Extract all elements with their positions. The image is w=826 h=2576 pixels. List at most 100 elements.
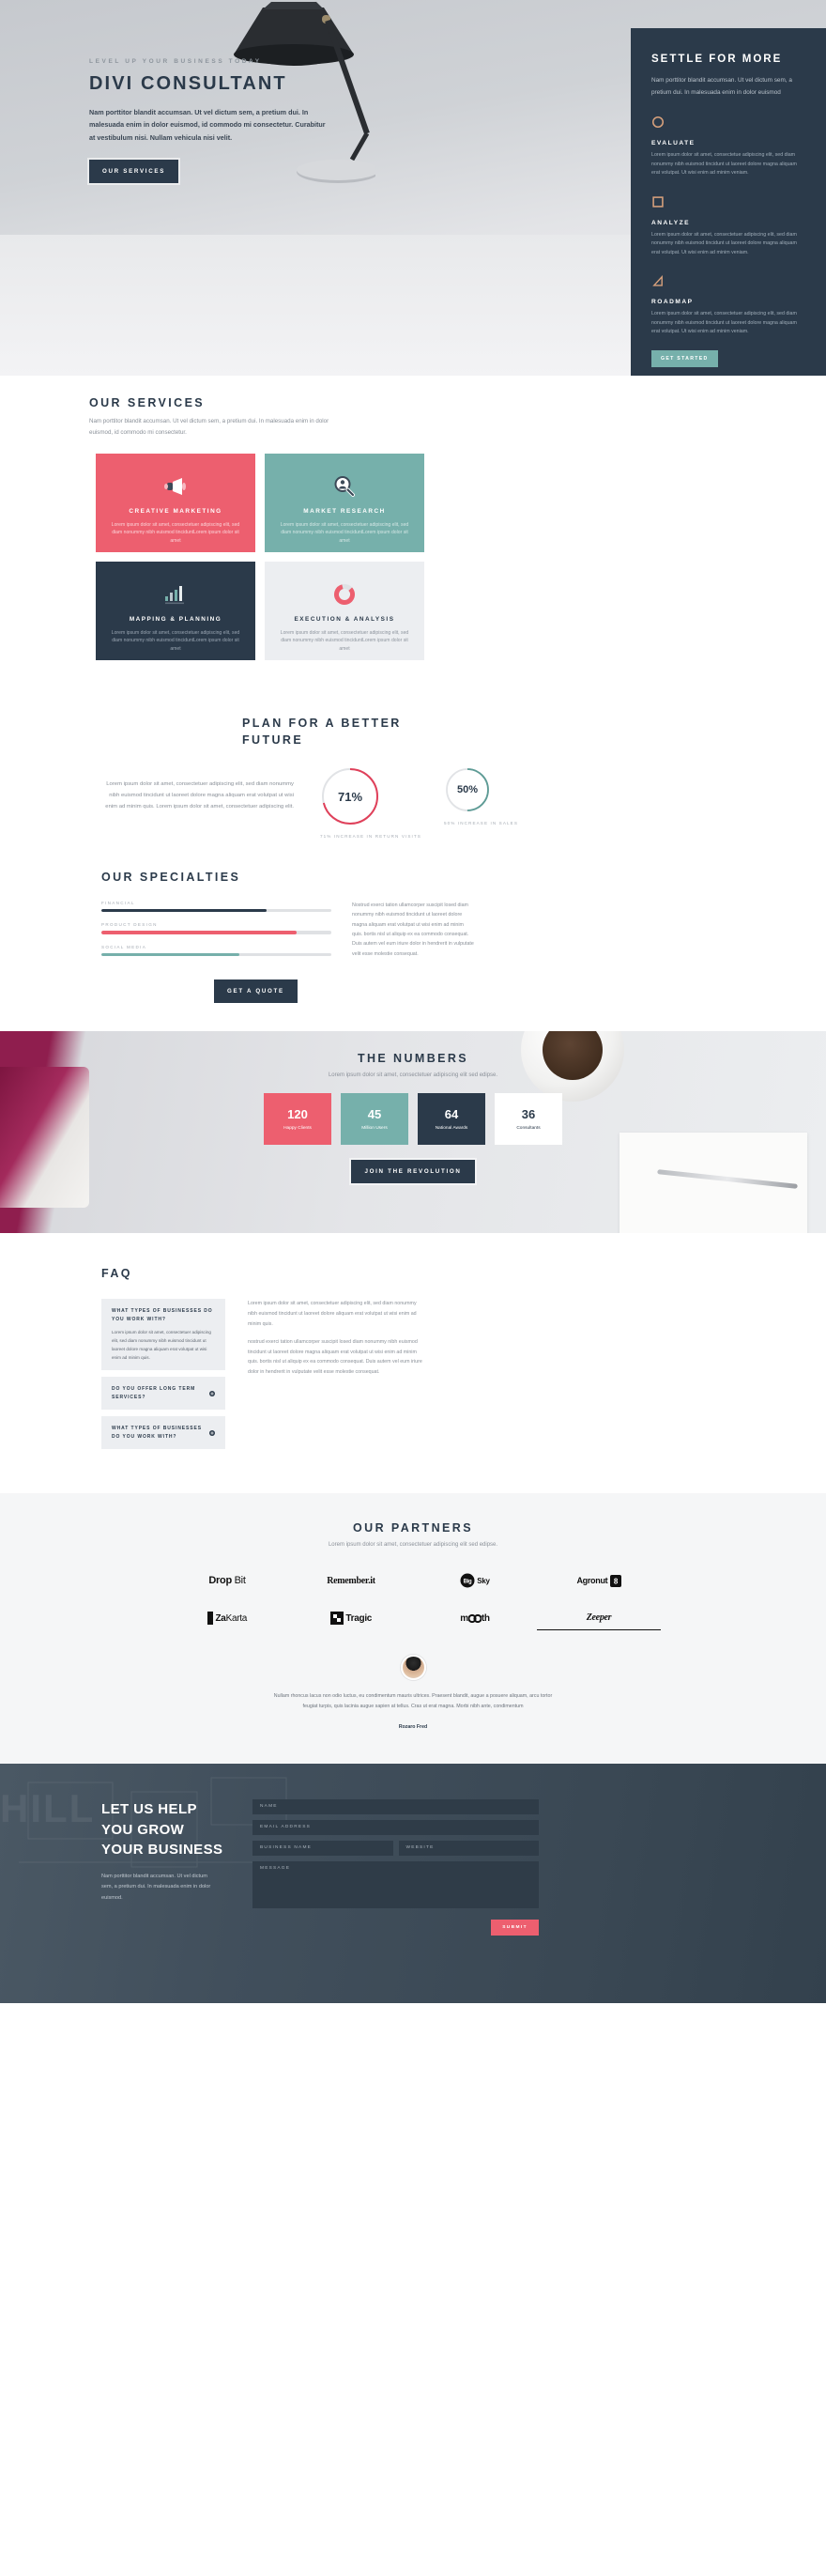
business-name-field[interactable]: BUSINESS NAME (252, 1840, 393, 1856)
mooth-mark-icon (467, 1613, 482, 1623)
service-card-title: EXECUTION & ANALYSIS (294, 615, 395, 623)
contact-copy: LET US HELP YOU GROW YOUR BUSINESS Nam p… (101, 1799, 228, 1936)
partners-logo-grid: Drop Bit Remember.it Big Sky Agronut 8 Z… (0, 1568, 826, 1631)
stat-card-million-users: 45 Million Users (341, 1093, 408, 1146)
progress-bar-track (101, 952, 331, 957)
big-sky-mark-icon: Big (460, 1573, 475, 1588)
faq-section: FAQ WHAT TYPES OF BUSINESSES DO YOU WORK… (0, 1233, 826, 1494)
email-field[interactable]: EMAIL ADDRESS (252, 1819, 539, 1835)
plan-charts: 71% 71% INCREASE IN RETURN VISITS 50% 50… (320, 766, 518, 841)
circle-chart-return-visits: 71% 71% INCREASE IN RETURN VISITS (320, 766, 421, 841)
progress-bar-track (101, 931, 331, 934)
triangle-outline-icon (652, 275, 663, 287)
tragic-mark-icon (329, 1612, 344, 1626)
hero-eyebrow: LEVEL UP YOUR BUSINESS TODAY (89, 58, 262, 65)
faq-item-header[interactable]: WHAT TYPES OF BUSINESSES DO YOU WORK WIT… (112, 1425, 215, 1441)
circle-chart-value: 50% (456, 784, 478, 796)
hero-copy: LEVEL UP YOUR BUSINESS TODAY DIVI CONSUL… (89, 58, 343, 183)
stat-label: Million Users (361, 1126, 388, 1132)
side-panel-text: Lorem ipsum dolor sit amet, consectetuer… (651, 311, 797, 335)
faq-item-header[interactable]: WHAT TYPES OF BUSINESSES DO YOU WORK WIT… (112, 1307, 215, 1323)
faq-item-header[interactable]: DO YOU OFFER LONG TERM SERVICES? (112, 1385, 215, 1401)
partners-subtitle: Lorem ipsum dolor sit amet, consectetuer… (328, 1542, 498, 1549)
partner-logo-mooth[interactable]: m th (413, 1606, 537, 1630)
progress-bar-social-media: SOCIAL MEDIA (101, 945, 331, 957)
service-card-execution-analysis[interactable]: EXECUTION & ANALYSIS Lorem ipsum dolor s… (265, 561, 424, 660)
numbers-subtitle: Lorem ipsum dolor sit amet, consectetuer… (328, 1072, 498, 1079)
faq-title: FAQ (101, 1267, 132, 1281)
contact-field-row: BUSINESS NAME WEBSITE (252, 1840, 539, 1861)
partner-logo-remember-it[interactable]: Remember.it (289, 1568, 413, 1593)
get-started-button[interactable]: GET STARTED (651, 350, 718, 367)
settle-for-more-panel: SETTLE FOR MORE Nam porttitor blandit ac… (631, 28, 826, 376)
contact-inner: LET US HELP YOU GROW YOUR BUSINESS Nam p… (0, 1764, 826, 1936)
service-card-title: CREATIVE MARKETING (129, 507, 222, 515)
stat-card-happy-clients: 120 Happy Clients (264, 1093, 331, 1146)
faq-item-collapsed[interactable]: WHAT TYPES OF BUSINESSES DO YOU WORK WIT… (101, 1416, 225, 1450)
plus-circle-icon[interactable] (209, 1429, 215, 1436)
side-panel-paragraph: Nam porttitor blandit accumsan. Ut vel d… (651, 77, 792, 96)
stat-card-consultants: 36 Consultants (495, 1093, 562, 1146)
circle-chart-sales: 50% 50% INCREASE IN SALES (444, 766, 518, 841)
faq-item-open[interactable]: WHAT TYPES OF BUSINESSES DO YOU WORK WIT… (101, 1299, 225, 1371)
faq-accordion: WHAT TYPES OF BUSINESSES DO YOU WORK WIT… (101, 1299, 225, 1456)
agronut-mark-icon: 8 (609, 1574, 621, 1587)
svg-text:Big: Big (464, 1580, 472, 1585)
service-card-mapping-planning[interactable]: MAPPING & PLANNING Lorem ipsum dolor sit… (96, 561, 255, 660)
submit-button[interactable]: SUBMIT (491, 1919, 539, 1936)
get-a-quote-button[interactable]: GET A QUOTE (214, 979, 298, 1004)
service-card-creative-marketing[interactable]: CREATIVE MARKETING Lorem ipsum dolor sit… (96, 453, 255, 552)
hero-section: LEVEL UP YOUR BUSINESS TODAY DIVI CONSUL… (0, 0, 826, 376)
testimonial-text: Nullam rhoncus lacus non odio luctus, eu… (273, 1693, 553, 1710)
circle-chart-caption: 50% INCREASE IN SALES (443, 821, 518, 826)
stat-value: 64 (444, 1107, 459, 1122)
side-panel-title: SETTLE FOR MORE (651, 54, 783, 65)
plan-title: PLAN FOR A BETTER FUTURE (242, 716, 402, 748)
side-panel-heading: ANALYZE (651, 219, 691, 226)
service-card-market-research[interactable]: MARKET RESEARCH Lorem ipsum dolor sit am… (265, 453, 424, 552)
circle-outline-icon (651, 116, 665, 129)
partner-logo-zakarta[interactable]: Za Karta (165, 1606, 289, 1630)
numbers-section: THE NUMBERS Lorem ipsum dolor sit amet, … (0, 1031, 826, 1234)
progress-bar-product-design: PRODUCT DESIGN (101, 922, 331, 934)
hero-paragraph: Nam porttitor blandit accumsan. Ut vel d… (89, 108, 326, 142)
services-title: OUR SERVICES (89, 396, 206, 409)
numbers-stat-grid: 120 Happy Clients 45 Million Users 64 Na… (0, 1093, 826, 1146)
service-card-text: Lorem ipsum dolor sit amet, consectetuer… (280, 629, 409, 653)
plus-circle-icon[interactable] (209, 1390, 215, 1396)
partner-logo-drop-bit[interactable]: Drop Bit (165, 1568, 289, 1593)
faq-item-collapsed[interactable]: DO YOU OFFER LONG TERM SERVICES? (101, 1377, 225, 1411)
faq-question: WHAT TYPES OF BUSINESSES DO YOU WORK WIT… (112, 1308, 213, 1322)
side-panel-block-roadmap: ROADMAP Lorem ipsum dolor sit amet, cons… (651, 274, 805, 337)
stat-label: Happy Clients (283, 1126, 312, 1132)
partner-logo-tragic[interactable]: Tragic (289, 1606, 413, 1630)
contact-heading: LET US HELP YOU GROW YOUR BUSINESS (101, 1800, 223, 1859)
landing-page: LEVEL UP YOUR BUSINESS TODAY DIVI CONSUL… (0, 0, 826, 2576)
service-card-title: MARKET RESEARCH (303, 507, 386, 515)
services-section: OUR SERVICES Nam porttitor blandit accum… (0, 376, 826, 698)
partners-section: OUR PARTNERS Lorem ipsum dolor sit amet,… (0, 1493, 826, 1764)
message-field[interactable]: MESSAGE (252, 1860, 539, 1908)
specialties-section: OUR SPECIALTIES FINANCIAL PRODUCT DESIGN (0, 850, 826, 1004)
side-panel-heading: EVALUATE (651, 140, 696, 147)
side-panel-block-evaluate: EVALUATE Lorem ipsum dolor sit amet, con… (651, 116, 805, 178)
specialties-title: OUR SPECIALTIES (101, 870, 241, 884)
plan-section: PLAN FOR A BETTER FUTURE Lorem ipsum dol… (0, 698, 826, 850)
stat-card-national-awards: 64 National Awards (418, 1093, 485, 1146)
plan-paragraph: Lorem ipsum dolor sit amet, consectetuer… (105, 781, 294, 810)
numbers-title: THE NUMBERS (357, 1052, 469, 1066)
services-header: OUR SERVICES Nam porttitor blandit accum… (0, 396, 826, 439)
name-field[interactable]: NAME (252, 1798, 539, 1814)
partner-logo-big-sky[interactable]: Big Sky (413, 1568, 537, 1593)
progress-bar-fill (101, 908, 268, 913)
faq-answer: Lorem ipsum dolor sit amet, consectetuer… (112, 1330, 211, 1360)
faq-body-paragraph-2: nostrud exerci tation ullamcorper suscip… (248, 1339, 422, 1375)
faq-question: DO YOU OFFER LONG TERM SERVICES? (112, 1386, 196, 1400)
partner-logo-agronut[interactable]: Agronut 8 (537, 1568, 661, 1593)
our-services-button[interactable]: OUR SERVICES (89, 159, 179, 183)
faq-row: WHAT TYPES OF BUSINESSES DO YOU WORK WIT… (0, 1299, 826, 1456)
progress-bar-label: PRODUCT DESIGN (101, 922, 158, 928)
partner-logo-zeeper[interactable]: Zeeper (537, 1606, 661, 1631)
website-field[interactable]: WEBSITE (398, 1840, 539, 1856)
join-the-revolution-button[interactable]: JOIN THE REVOLUTION (351, 1160, 475, 1184)
